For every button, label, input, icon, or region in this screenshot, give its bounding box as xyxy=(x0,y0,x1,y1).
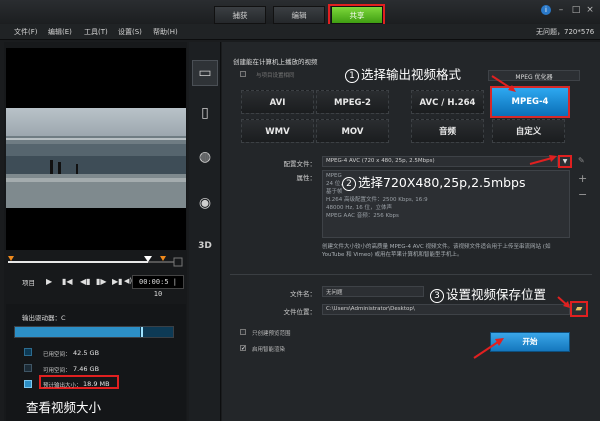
annotation-3-text: 设置视频保存位置 xyxy=(446,287,547,302)
volume-icon[interactable]: ◀) xyxy=(124,277,132,285)
annotation-save-location: 3 设置视频保存位置 xyxy=(430,284,546,303)
same-as-project-label: 与项目设置相同 xyxy=(256,73,295,79)
menu-bar: 文件(F) 编辑(E) 工具(T) 设置(S) 帮助(H) 无问题，720*57… xyxy=(0,24,600,40)
smart-render-checkbox[interactable]: ✓ xyxy=(240,345,246,352)
video-preview xyxy=(6,48,186,250)
profile-select[interactable]: MPEG-4 AVC (720 x 480, 25p, 2.5Mbps) xyxy=(322,156,558,167)
trim-start-marker xyxy=(8,256,14,261)
tab-share[interactable]: 共享 xyxy=(331,6,383,24)
remove-profile-icon[interactable]: − xyxy=(578,188,587,201)
preview-range-checkbox[interactable] xyxy=(240,329,246,335)
close-icon[interactable]: × xyxy=(585,5,595,15)
property-line: MPEG AAC 音频：256 Kbps xyxy=(326,213,399,219)
annotation-2-text: 选择720X480,25p,2.5mbps xyxy=(358,175,526,190)
annotation-3-number: 3 xyxy=(430,289,444,303)
annotation-1-text: 选择输出视频格式 xyxy=(361,67,462,82)
profile-label: 配置文件： xyxy=(283,160,317,168)
web-icon[interactable]: ◍ xyxy=(195,147,215,167)
drive-usage-fill xyxy=(15,327,140,337)
tab-capture[interactable]: 捕获 xyxy=(214,6,266,24)
estimated-size-value: 18.9 MB xyxy=(83,380,110,388)
format-h264-button[interactable]: AVC / H.264 xyxy=(411,90,484,114)
annotation-3-arrow xyxy=(557,296,570,308)
annotation-select-profile: 2 选择720X480,25p,2.5mbps xyxy=(342,172,526,191)
estimated-output-marker xyxy=(141,327,143,337)
filename-input[interactable]: 无问题 xyxy=(322,286,424,297)
menu-tools[interactable]: 工具(T) xyxy=(84,27,108,37)
estimated-size-swatch xyxy=(24,380,32,388)
used-space-label: 已用空间： xyxy=(43,352,71,358)
used-space-value: 42.5 GB xyxy=(73,349,100,357)
trim-end-marker xyxy=(160,256,166,261)
annotation-select-format: 1 选择输出视频格式 xyxy=(345,64,461,83)
annotation-view-size: 查看视频大小 xyxy=(26,400,102,415)
free-space-label: 可用空间： xyxy=(43,368,71,374)
format-custom-button[interactable]: 自定义 xyxy=(492,119,565,143)
timecode-display[interactable]: 00:00:5 | 10 xyxy=(132,275,184,298)
property-line: H.264 高级配置文件：2500 Kbps, 16:9 xyxy=(326,197,428,203)
used-space-swatch xyxy=(24,348,32,356)
menu-help[interactable]: 帮助(H) xyxy=(153,27,178,37)
menu-edit[interactable]: 编辑(E) xyxy=(48,27,72,37)
share-category-column: ▭ ▯ ◍ ◉ 3D xyxy=(189,42,221,421)
file-location-label: 文件位置： xyxy=(283,308,317,316)
filename-label: 文件名： xyxy=(290,290,316,298)
3d-icon[interactable]: 3D xyxy=(195,236,215,256)
step-forward-icon[interactable]: ▮▶ xyxy=(96,277,107,286)
free-space-swatch xyxy=(24,364,32,372)
playback-controls: 项目 ▶ ▮◀ ◀▮ ▮▶ ▶▮ ◀) 00:00:5 | 10 xyxy=(6,274,186,298)
file-location-input[interactable]: C:\Users\Administrator\Desktop\ xyxy=(322,304,570,315)
computer-icon[interactable]: ▭ xyxy=(195,63,215,83)
estimated-size-label: 预计输出大小： xyxy=(43,383,82,389)
format-audio-button[interactable]: 音频 xyxy=(411,119,484,143)
play-icon[interactable]: ▶ xyxy=(46,277,52,286)
disc-icon[interactable]: ◉ xyxy=(195,193,215,213)
project-label: 项目 xyxy=(22,279,35,287)
format-wmv-button[interactable]: WMV xyxy=(241,119,314,143)
output-drive-label: 输出驱动器：C xyxy=(22,314,66,322)
annotation-2-number: 2 xyxy=(342,177,356,191)
section-divider xyxy=(230,274,592,275)
format-description: 创建文件大小较小的高质量 MPEG-4 AVC 视频文件。该视频文件适合用于上传… xyxy=(322,244,551,258)
minimize-icon[interactable]: – xyxy=(556,5,566,15)
project-info: 无问题，720*576 xyxy=(536,28,595,36)
share-header: 创建能在计算机上播放的视频 xyxy=(233,58,318,66)
info-icon[interactable]: i xyxy=(541,5,551,15)
drive-usage-bar xyxy=(14,326,174,338)
snapshot-icon xyxy=(173,257,183,267)
profile-dropdown-button[interactable]: ▼ xyxy=(558,155,572,168)
timeline-slider[interactable] xyxy=(6,256,186,268)
property-line: 48000 Hz, 16 位，立体声 xyxy=(326,205,393,211)
edit-profile-icon[interactable]: ✎ xyxy=(578,156,585,165)
menu-file[interactable]: 文件(F) xyxy=(14,27,38,37)
prev-icon[interactable]: ▮◀ xyxy=(62,277,73,286)
step-back-icon[interactable]: ◀▮ xyxy=(80,277,91,286)
add-profile-icon[interactable]: + xyxy=(578,172,587,185)
next-icon[interactable]: ▶▮ xyxy=(112,277,123,286)
video-scene-picture xyxy=(6,108,186,208)
annotation-1-number: 1 xyxy=(345,69,359,83)
title-bar: 捕获 编辑 共享 i – □ × xyxy=(0,0,600,26)
format-mov-button[interactable]: MOV xyxy=(316,119,389,143)
format-avi-button[interactable]: AVI xyxy=(241,90,314,114)
properties-label: 属性： xyxy=(296,174,317,182)
maximize-icon[interactable]: □ xyxy=(571,5,581,15)
same-as-project-checkbox[interactable] xyxy=(240,71,246,77)
free-space-value: 7.46 GB xyxy=(73,365,100,373)
preview-range-label: 只创建预览范围 xyxy=(252,331,291,337)
format-mpeg2-button[interactable]: MPEG-2 xyxy=(316,90,389,114)
video-frame-image xyxy=(6,108,186,208)
annotation-2-arrow xyxy=(529,155,557,165)
smart-render-label: 启用智能渲染 xyxy=(252,347,286,353)
mobile-device-icon[interactable]: ▯ xyxy=(195,103,215,123)
browse-folder-icon[interactable]: ▰ xyxy=(570,301,588,317)
tab-edit[interactable]: 编辑 xyxy=(273,6,325,24)
menu-settings[interactable]: 设置(S) xyxy=(118,27,142,37)
annotation-1-arrow xyxy=(491,75,516,92)
start-annotation-arrow xyxy=(473,338,504,359)
